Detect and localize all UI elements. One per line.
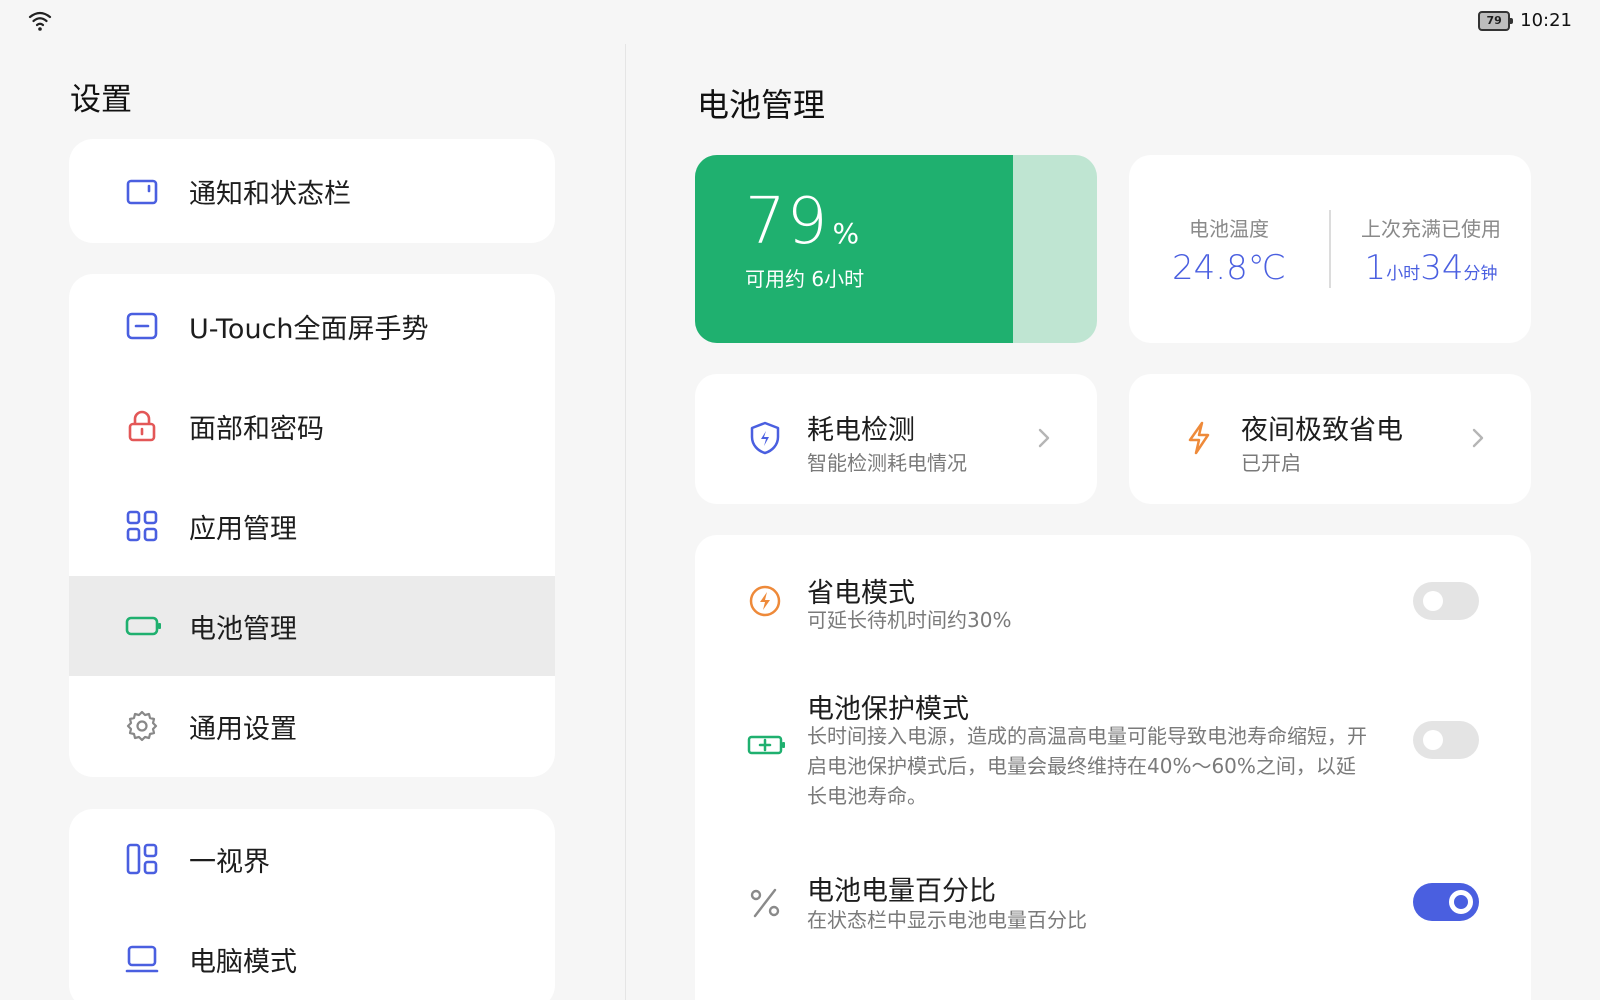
- battery-temperature: 电池温度 24.8℃: [1129, 213, 1329, 288]
- usage-minutes: 34: [1420, 248, 1464, 288]
- multi-window-icon: [126, 843, 158, 875]
- sidebar-item-face-password[interactable]: 面部和密码: [69, 376, 555, 476]
- battery-percentage-toggle[interactable]: [1413, 883, 1479, 921]
- battery-percent-unit: %: [832, 217, 860, 250]
- sidebar-group-2: U-Touch全面屏手势 面部和密码 应用管理 电池管理 通用设置: [69, 274, 555, 777]
- gear-icon: [126, 710, 158, 742]
- tile-subtitle: 智能检测耗电情况: [807, 451, 967, 475]
- battery-charging-icon: [747, 735, 785, 755]
- sidebar-item-gestures[interactable]: U-Touch全面屏手势: [69, 276, 555, 376]
- row-title: 电池电量百分比: [807, 876, 996, 907]
- sidebar-item-label: 通用设置: [189, 713, 297, 745]
- laptop-icon: [125, 945, 159, 973]
- toggle-knob: [1449, 890, 1473, 914]
- row-subtitle: 长时间接入电源，造成的高温高电量可能导致电池寿命缩短，开启电池保护模式后，电量会…: [807, 724, 1367, 808]
- tile-subtitle: 已开启: [1241, 451, 1301, 475]
- gesture-icon: [126, 312, 158, 340]
- sidebar-group-3: 一视界 电脑模式: [69, 809, 555, 1000]
- settings-title: 设置: [70, 82, 132, 118]
- apps-grid-icon: [126, 510, 158, 542]
- usage-hours-unit: 小时: [1386, 264, 1421, 284]
- battery-percentage-row: 电池电量百分比 在状态栏中显示电池电量百分比: [695, 835, 1531, 965]
- lightning-icon: [1188, 421, 1210, 455]
- battery-level: 79 %: [745, 185, 859, 259]
- power-save-mode-toggle[interactable]: [1413, 582, 1479, 620]
- temperature-label: 电池温度: [1189, 217, 1269, 241]
- sidebar-item-notifications[interactable]: 通知和状态栏: [69, 141, 555, 241]
- sidebar-group-1: 通知和状态栏: [69, 139, 555, 243]
- usage-hours: 1: [1364, 248, 1387, 288]
- sidebar-item-label: U-Touch全面屏手势: [189, 313, 429, 345]
- tile-title: 耗电检测: [807, 415, 915, 446]
- sidebar-item-pc-mode[interactable]: 电脑模式: [69, 909, 555, 1000]
- sidebar-item-general[interactable]: 通用设置: [69, 676, 555, 776]
- wifi-icon: [28, 11, 52, 31]
- toggle-knob: [1423, 591, 1443, 611]
- clock: 10:21: [1520, 10, 1572, 31]
- sidebar-item-label: 电池管理: [189, 613, 297, 645]
- percent-icon: [750, 888, 780, 918]
- row-subtitle: 在状态栏中显示电池电量百分比: [807, 908, 1087, 932]
- usage-since-full-charge: 上次充满已使用 1小时34分钟: [1331, 213, 1531, 288]
- lock-icon: [128, 410, 156, 442]
- battery-stats-card: 电池温度 24.8℃ 上次充满已使用 1小时34分钟: [1129, 155, 1531, 343]
- chevron-right-icon: [1472, 428, 1484, 448]
- power-consumption-check-tile[interactable]: 耗电检测 智能检测耗电情况: [695, 374, 1097, 504]
- pane-divider: [625, 44, 626, 1000]
- status-battery-icon: 79: [1478, 10, 1514, 31]
- sidebar-item-multi-window[interactable]: 一视界: [69, 809, 555, 909]
- sidebar-item-label: 通知和状态栏: [189, 178, 351, 210]
- night-power-saving-tile[interactable]: 夜间极致省电 已开启: [1129, 374, 1531, 504]
- battery-percent-value: 79: [745, 185, 829, 259]
- status-bar: 79 10:21: [0, 0, 1600, 44]
- power-save-icon: [749, 585, 781, 617]
- battery-level-card: 79 % 可用约 6小时: [695, 155, 1097, 343]
- battery-settings-card: 省电模式 可延长待机时间约30% 电池保护模式 长时间接入电源，造成的高温高电量…: [695, 535, 1531, 1000]
- shield-icon: [750, 421, 780, 455]
- battery-protection-toggle[interactable]: [1413, 721, 1479, 759]
- usage-label: 上次充满已使用: [1361, 217, 1501, 241]
- sidebar-item-label: 面部和密码: [189, 413, 324, 445]
- notification-icon: [126, 179, 158, 205]
- page-title: 电池管理: [697, 86, 826, 124]
- sidebar-item-label: 应用管理: [189, 513, 297, 545]
- battery-protection-row: 电池保护模式 长时间接入电源，造成的高温高电量可能导致电池寿命缩短，开启电池保护…: [695, 665, 1531, 835]
- battery-remaining-time: 可用约 6小时: [745, 267, 865, 291]
- sidebar-item-label: 电脑模式: [189, 946, 297, 978]
- sidebar-item-label: 一视界: [189, 846, 270, 878]
- toggle-knob: [1423, 730, 1443, 750]
- usage-minutes-unit: 分钟: [1463, 264, 1498, 284]
- battery-icon: [125, 616, 161, 636]
- tile-title: 夜间极致省电: [1241, 415, 1403, 446]
- row-subtitle: 可延长待机时间约30%: [807, 608, 1012, 632]
- chevron-right-icon: [1038, 428, 1050, 448]
- power-save-mode-row: 省电模式 可延长待机时间约30%: [695, 535, 1531, 665]
- usage-value: 1小时34分钟: [1331, 248, 1531, 288]
- sidebar-item-battery[interactable]: 电池管理: [69, 576, 555, 676]
- sidebar-item-apps[interactable]: 应用管理: [69, 476, 555, 576]
- temperature-value: 24.8℃: [1172, 248, 1286, 288]
